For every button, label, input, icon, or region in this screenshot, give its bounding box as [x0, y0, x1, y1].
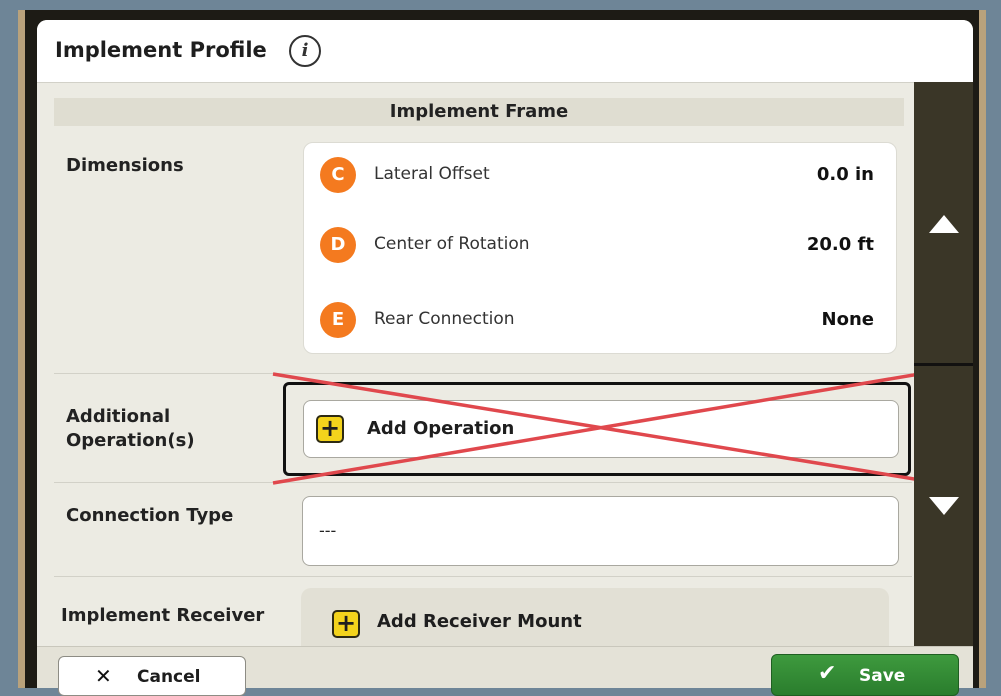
cancel-button[interactable]: ✕ Cancel: [58, 656, 246, 696]
checkmark-icon: ✔: [818, 661, 837, 686]
cancel-label: Cancel: [137, 667, 201, 687]
cross-out-line-1: [272, 372, 958, 488]
x-icon: ✕: [95, 664, 112, 688]
save-label: Save: [859, 666, 906, 686]
cross-out-line-2: [272, 367, 950, 485]
save-button[interactable]: ✔ Save: [771, 654, 959, 696]
cross-out-mark: [272, 367, 958, 488]
triangle-up-icon[interactable]: [929, 215, 959, 233]
scrollbar-divider: [914, 363, 973, 366]
implement-profile-window: Implement Profile i Implement Frame Dime…: [37, 20, 973, 688]
triangle-down-icon[interactable]: [929, 497, 959, 515]
